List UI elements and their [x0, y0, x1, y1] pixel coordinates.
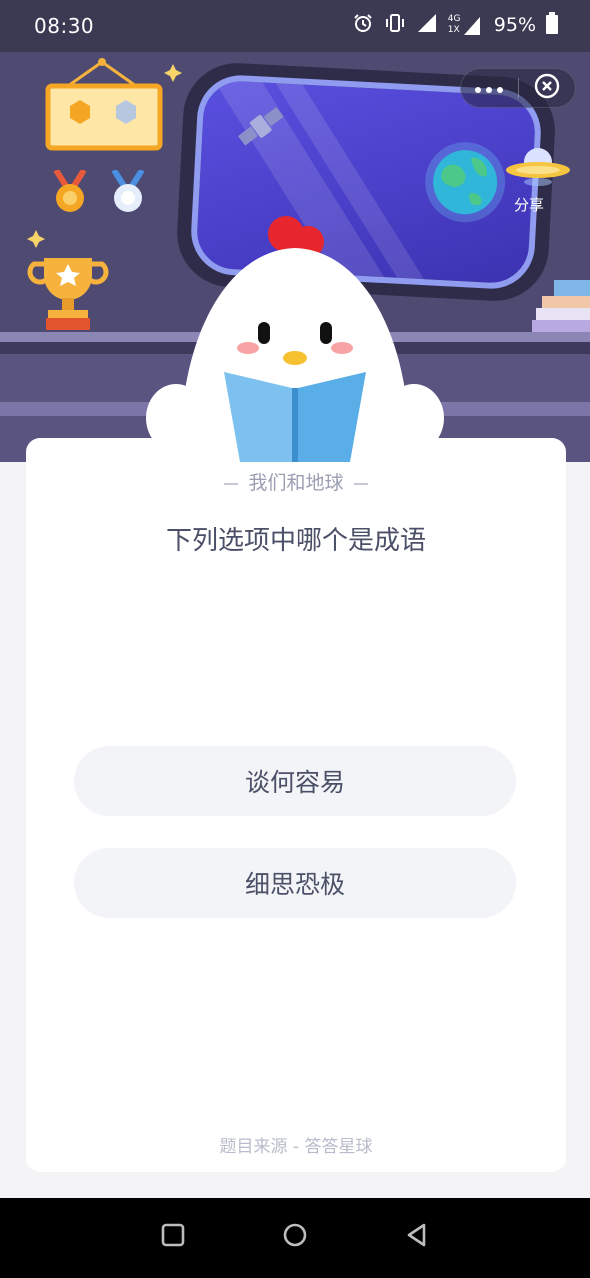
- more-dots-icon: [474, 79, 504, 98]
- category-label: 我们和地球: [248, 472, 344, 494]
- ufo-share-icon[interactable]: [504, 136, 572, 196]
- alarm-icon: [352, 12, 374, 38]
- vibrate-icon: [384, 12, 406, 38]
- question-text: 下列选项中哪个是成语: [165, 526, 426, 556]
- status-icons: 4G 1X 95%: [352, 12, 558, 38]
- more-button[interactable]: [461, 69, 518, 107]
- cellular-signal-icon: 4G 1X: [448, 14, 480, 36]
- wifi-signal-icon: [416, 12, 438, 38]
- category-dash-right: [353, 482, 368, 485]
- circle-icon: [282, 1222, 308, 1252]
- chick-mascot-illustration: [146, 216, 444, 462]
- battery-icon: [546, 12, 558, 38]
- network-type-bottom: 1X: [447, 25, 460, 35]
- trophy-illustration: [27, 230, 109, 330]
- close-circle-icon: [534, 73, 560, 103]
- square-icon: [161, 1223, 185, 1251]
- answer-option-label: 谈何容易: [244, 768, 345, 797]
- system-nav-bar: [0, 1198, 590, 1278]
- books-illustration: [532, 280, 590, 332]
- triangle-back-icon: [404, 1222, 430, 1252]
- status-bar: 08:30 4G 1X 95%: [0, 0, 590, 52]
- satellite-icon: [237, 107, 284, 146]
- battery-level: 95%: [493, 14, 536, 36]
- answer-option-label: 细思恐极: [244, 870, 345, 899]
- network-type-top: 4G: [447, 14, 461, 24]
- answer-option-2[interactable]: 细思恐极: [74, 848, 516, 918]
- answer-option-1[interactable]: 谈何容易: [74, 746, 516, 816]
- miniprogram-capsule: [460, 68, 576, 108]
- quiz-category: 我们和地球: [26, 468, 566, 495]
- medals-frame-illustration: [45, 58, 182, 151]
- question-source: 题目来源 - 答答星球: [219, 1137, 373, 1157]
- category-dash-left: [224, 482, 239, 485]
- recents-button[interactable]: [158, 1222, 188, 1252]
- close-button[interactable]: [519, 69, 576, 107]
- status-time: 08:30: [34, 14, 95, 38]
- share-label[interactable]: 分享: [514, 194, 544, 215]
- home-button[interactable]: [280, 1222, 310, 1252]
- quiz-card: 我们和地球 下列选项中哪个是成语 谈何容易 细思恐极 题目来源 - 答答星球: [26, 438, 566, 1172]
- back-button[interactable]: [402, 1222, 432, 1252]
